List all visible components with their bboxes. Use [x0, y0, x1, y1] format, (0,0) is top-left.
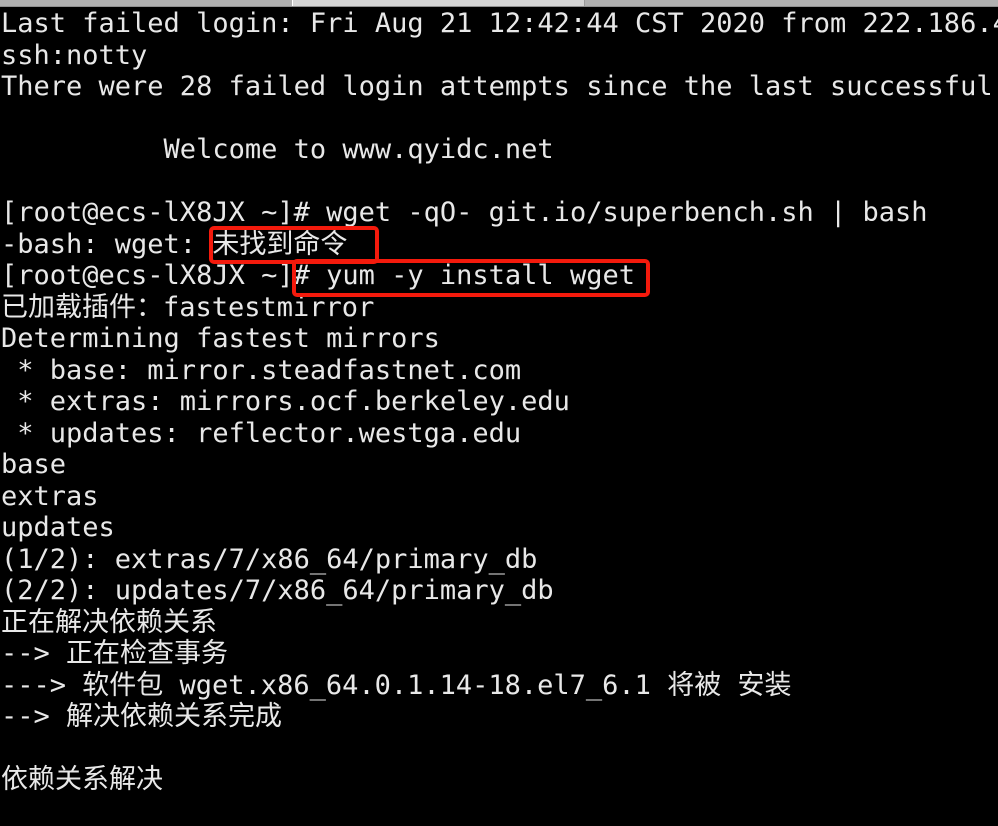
terminal-line: [root@ecs-lX8JX ~]# wget -qO- git.io/sup…	[1, 197, 928, 228]
terminal-line: (1/2): extras/7/x86_64/primary_db	[1, 543, 538, 575]
horizontal-scrollbar[interactable]	[0, 0, 998, 7]
terminal-line: [root@ecs-lX8JX ~]# yum -y install wget	[1, 260, 635, 291]
terminal-line: * base: mirror.steadfastnet.com	[1, 354, 522, 386]
terminal-line: Welcome to www.qyidc.net	[1, 134, 554, 165]
terminal-line: * extras: mirrors.ocf.berkeley.edu	[1, 386, 570, 417]
terminal-line: -bash: wget: 未找到命令	[1, 228, 348, 260]
terminal-line: ---> 软件包 wget.x86_64.0.1.14-18.el7_6.1 将…	[1, 669, 792, 701]
terminal-line: 依赖关系解决	[1, 764, 163, 795]
terminal-line: Determining fastest mirrors	[1, 323, 440, 354]
terminal-window: Last failed login: Fri Aug 21 12:42:44 C…	[0, 0, 998, 826]
terminal-line: updates	[1, 512, 115, 543]
terminal-line: There were 28 failed login attempts sinc…	[1, 71, 993, 102]
terminal-line: (2/2): updates/7/x86_64/primary_db	[1, 575, 554, 606]
terminal-line: extras	[1, 480, 99, 512]
terminal-line: --> 解决依赖关系完成	[1, 701, 283, 732]
terminal-line: * updates: reflector.westga.edu	[1, 417, 522, 449]
terminal-line: 正在解决依赖关系	[1, 606, 217, 638]
terminal-line: ssh:notty	[1, 39, 148, 71]
terminal-line: --> 正在检查事务	[1, 638, 229, 669]
terminal-line: 已加载插件：fastestmirror	[1, 291, 375, 323]
terminal-line: Last failed login: Fri Aug 21 12:42:44 C…	[1, 8, 998, 39]
horizontal-scrollbar-thumb[interactable]	[292, 0, 585, 6]
terminal-line: base	[1, 449, 67, 480]
terminal-output-area[interactable]: Last failed login: Fri Aug 21 12:42:44 C…	[0, 8, 998, 826]
